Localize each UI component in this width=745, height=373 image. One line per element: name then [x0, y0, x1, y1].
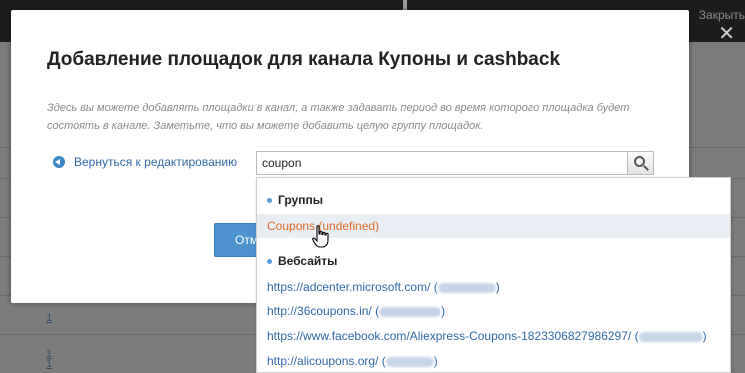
- redacted-name: [437, 282, 496, 293]
- groups-header: Группы: [267, 193, 323, 207]
- site-search-input[interactable]: [256, 151, 628, 175]
- websites-header: Вебсайты: [267, 254, 337, 268]
- bullet-icon: [267, 258, 272, 264]
- hand-cursor-icon: [312, 225, 329, 248]
- search-button[interactable]: [627, 151, 654, 175]
- autocomplete-dropdown: Группы Coupons (undefined) Вебсайты http…: [256, 177, 731, 373]
- close-icon[interactable]: ✕: [718, 24, 735, 44]
- arrow-left-circle-icon: [53, 156, 65, 168]
- top-bar-link[interactable]: Закрыть: [699, 8, 745, 22]
- back-link-label: Вернуться к редактированию: [74, 155, 238, 169]
- website-option[interactable]: http://alicoupons.org/ (): [257, 349, 730, 373]
- redacted-name: [638, 331, 703, 342]
- back-to-editing-link[interactable]: Вернуться к редактированию: [53, 155, 237, 169]
- website-option[interactable]: https://www.facebook.com/Aliexpress-Coup…: [257, 324, 730, 348]
- dialog-title: Добавление площадок для канала Купоны и …: [47, 49, 561, 70]
- redacted-name: [385, 356, 434, 367]
- bullet-icon: [267, 197, 272, 203]
- redacted-name: [379, 306, 442, 317]
- row-number-link[interactable]: 1: [46, 358, 52, 370]
- website-option[interactable]: http://36coupons.in/ (): [257, 299, 730, 323]
- dialog-description: Здесь вы можете добавлять площадки в кан…: [47, 102, 630, 132]
- website-option[interactable]: https://adcenter.microsoft.com/ (): [257, 275, 730, 299]
- row-number-link[interactable]: 1: [46, 312, 52, 324]
